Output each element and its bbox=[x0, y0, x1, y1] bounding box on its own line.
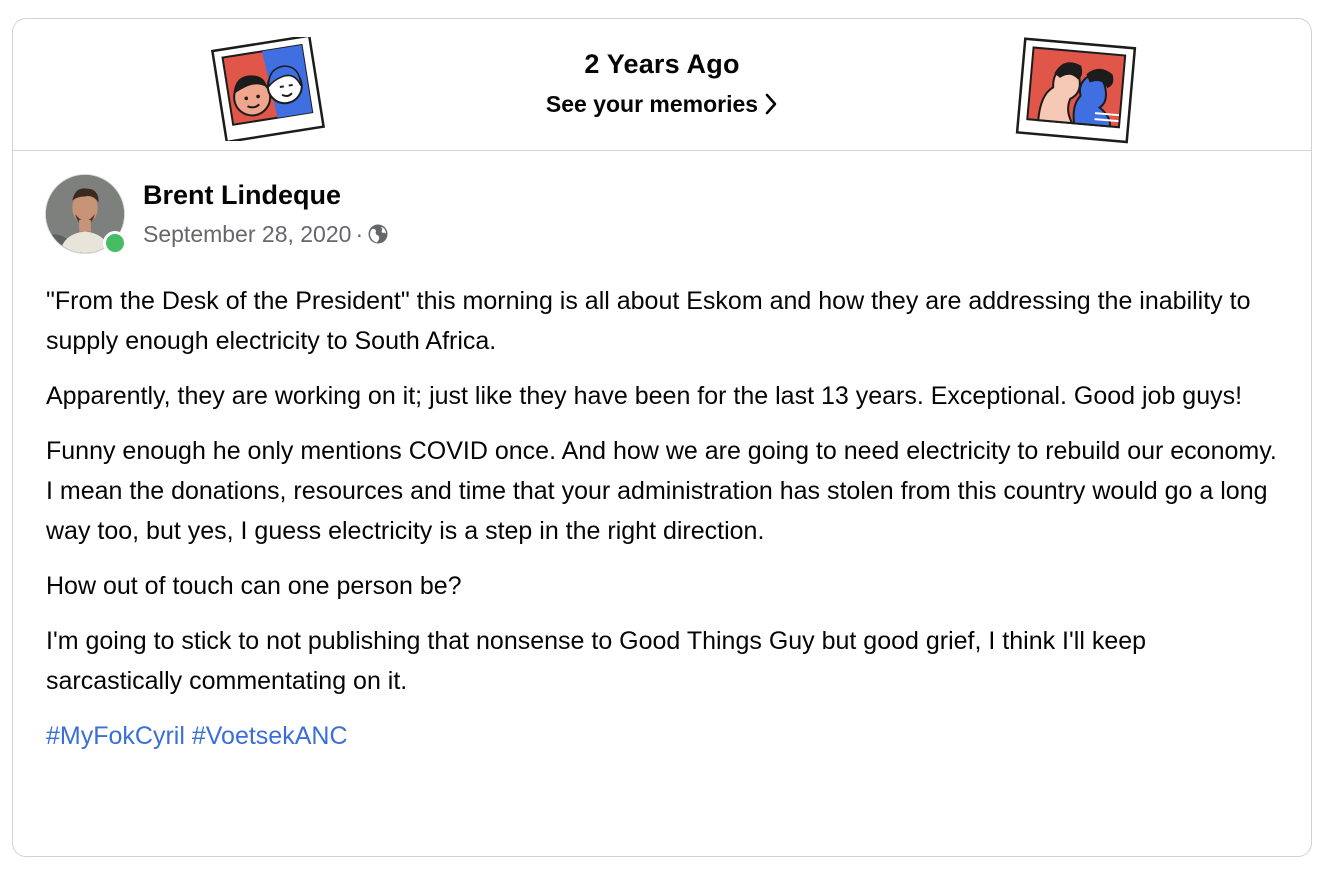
author-avatar[interactable] bbox=[45, 174, 127, 255]
hashtags: #MyFokCyril #VoetsekANC bbox=[46, 716, 1286, 756]
meta-separator: · bbox=[355, 221, 364, 247]
hashtag-link[interactable]: #MyFokCyril bbox=[46, 722, 185, 750]
memories-header[interactable]: 2 Years Ago See your memories bbox=[13, 19, 1311, 151]
post-paragraph: Apparently, they are working on it; just… bbox=[46, 382, 1243, 410]
post-paragraph: I'm going to stick to not publishing tha… bbox=[46, 627, 1147, 695]
see-memories-label: See your memories bbox=[545, 91, 759, 117]
globe-icon[interactable] bbox=[367, 223, 389, 245]
hashtag-link[interactable]: #VoetsekANC bbox=[192, 722, 348, 750]
post-header: Brent Lindeque September 28, 2020 · bbox=[45, 174, 645, 255]
author-name[interactable]: Brent Lindeque bbox=[143, 180, 341, 211]
post-paragraph: Funny enough he only mentions COVID once… bbox=[46, 437, 1277, 545]
kiss-polaroid-icon bbox=[1015, 37, 1137, 144]
online-status-dot bbox=[103, 231, 127, 255]
memory-post-card: 2 Years Ago See your memories Brent Lind… bbox=[12, 18, 1312, 857]
chevron-right-icon bbox=[765, 93, 777, 115]
post-body: "From the Desk of the President" this mo… bbox=[46, 281, 1286, 771]
post-paragraph: "From the Desk of the President" this mo… bbox=[46, 287, 1251, 355]
post-paragraph: How out of touch can one person be? bbox=[46, 572, 462, 600]
post-date[interactable]: September 28, 2020 bbox=[143, 221, 351, 247]
post-meta: September 28, 2020 · bbox=[143, 221, 389, 248]
